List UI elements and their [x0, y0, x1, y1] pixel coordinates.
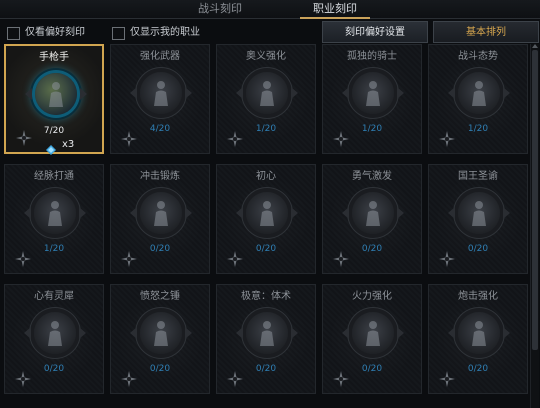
- engraving-emblem-icon: [352, 312, 394, 354]
- scroll-thumb[interactable]: [532, 50, 538, 350]
- filter-bar: 仅看偏好刻印 仅显示我的职业 刻印偏好设置 基本排列: [0, 19, 540, 45]
- favorites-only-checkbox[interactable]: [7, 27, 20, 40]
- engraving-emblem-icon: [458, 192, 500, 234]
- engraving-card[interactable]: 勇气激发 0/20: [322, 164, 422, 274]
- engraving-name: 国王圣谕: [458, 171, 498, 182]
- engraving-emblem-icon: [246, 192, 288, 234]
- engraving-emblem-icon: [140, 312, 182, 354]
- compass-icon[interactable]: [439, 371, 455, 387]
- engraving-card[interactable]: 极意：体术 0/20: [216, 284, 316, 394]
- compass-icon[interactable]: [333, 131, 349, 147]
- compass-icon[interactable]: [121, 251, 137, 267]
- tab-battle-engraving[interactable]: 战斗刻印: [180, 1, 260, 17]
- sort-button[interactable]: 基本排列: [433, 21, 539, 43]
- engraving-emblem-icon: [34, 312, 76, 354]
- engraving-emblem-icon: [458, 312, 500, 354]
- engraving-name: 初心: [256, 171, 276, 182]
- scroll-up-icon[interactable]: [532, 44, 538, 48]
- engraving-card[interactable]: 奥义强化 1/20: [216, 44, 316, 154]
- engraving-grid: 手枪手 7/20 x3 强化武器 4/20 奥义强化 1/20 孤独的骑士 1/20 战斗态势 1/…: [0, 44, 528, 408]
- engraving-name: 战斗态势: [458, 51, 498, 62]
- compass-icon[interactable]: [121, 131, 137, 147]
- compass-icon[interactable]: [333, 251, 349, 267]
- engraving-card[interactable]: 孤独的骑士 1/20: [322, 44, 422, 154]
- compass-icon[interactable]: [16, 130, 32, 146]
- gem-count: x3: [62, 139, 75, 150]
- engraving-name: 孤独的骑士: [347, 51, 397, 62]
- compass-icon[interactable]: [227, 251, 243, 267]
- compass-icon[interactable]: [227, 371, 243, 387]
- favorites-only-label: 仅看偏好刻印: [25, 27, 85, 38]
- compass-icon[interactable]: [439, 251, 455, 267]
- engraving-card[interactable]: 火力强化 0/20: [322, 284, 422, 394]
- engraving-name: 炮击强化: [458, 291, 498, 302]
- engraving-name: 强化武器: [140, 51, 180, 62]
- engraving-emblem-icon: [140, 192, 182, 234]
- engraving-name: 火力强化: [352, 291, 392, 302]
- engraving-emblem-icon: [34, 192, 76, 234]
- my-class-only-checkbox[interactable]: [112, 27, 125, 40]
- engraving-card[interactable]: 战斗态势 1/20: [428, 44, 528, 154]
- engraving-emblem-icon: [352, 72, 394, 114]
- compass-icon[interactable]: [121, 371, 137, 387]
- my-class-only-label: 仅显示我的职业: [130, 27, 200, 38]
- tab-class-engraving[interactable]: 职业刻印: [290, 1, 380, 19]
- engraving-card[interactable]: 手枪手 7/20 x3: [4, 44, 104, 155]
- compass-icon[interactable]: [15, 251, 31, 267]
- engraving-card[interactable]: 愤怒之锤 0/20: [110, 284, 210, 394]
- engraving-name: 经脉打通: [34, 171, 74, 182]
- engraving-emblem-icon: [140, 72, 182, 114]
- engraving-card[interactable]: 心有灵犀 0/20: [4, 284, 104, 394]
- engraving-name: 极意：体术: [241, 291, 291, 302]
- engraving-emblem-icon: [35, 73, 77, 115]
- engraving-name: 奥义强化: [246, 51, 286, 62]
- engraving-card[interactable]: 冲击锻炼 0/20: [110, 164, 210, 274]
- compass-icon[interactable]: [227, 131, 243, 147]
- engraving-card[interactable]: 经脉打通 1/20: [4, 164, 104, 274]
- engraving-emblem-icon: [246, 312, 288, 354]
- engraving-emblem-icon: [246, 72, 288, 114]
- scrollbar[interactable]: [530, 44, 539, 408]
- engraving-name: 冲击锻炼: [140, 171, 180, 182]
- engraving-card[interactable]: 强化武器 4/20: [110, 44, 210, 154]
- engraving-card[interactable]: 初心 0/20: [216, 164, 316, 274]
- engraving-name: 手枪手: [39, 52, 69, 63]
- compass-icon[interactable]: [333, 371, 349, 387]
- engraving-card[interactable]: 炮击强化 0/20: [428, 284, 528, 394]
- engraving-name: 心有灵犀: [34, 291, 74, 302]
- engraving-emblem-icon: [458, 72, 500, 114]
- engraving-name: 勇气激发: [352, 171, 392, 182]
- engraving-card[interactable]: 国王圣谕 0/20: [428, 164, 528, 274]
- gem-icon: [46, 140, 56, 155]
- compass-icon[interactable]: [15, 371, 31, 387]
- tab-bar: 战斗刻印 职业刻印: [0, 0, 540, 19]
- compass-icon[interactable]: [439, 131, 455, 147]
- engraving-emblem-icon: [352, 192, 394, 234]
- engraving-name: 愤怒之锤: [140, 291, 180, 302]
- preference-settings-button[interactable]: 刻印偏好设置: [322, 21, 428, 43]
